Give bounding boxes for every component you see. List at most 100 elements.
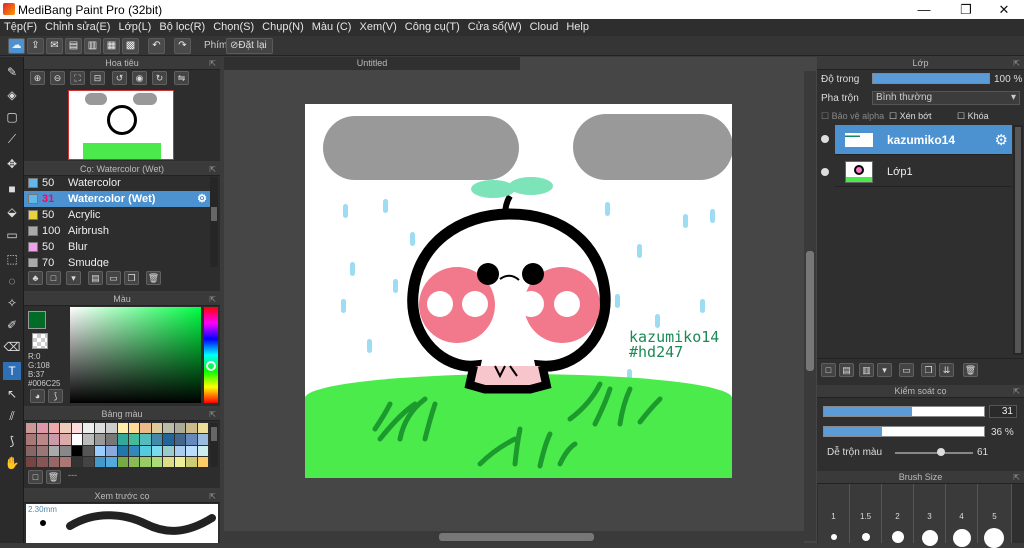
brush-file-icon[interactable]: ▤ (88, 271, 103, 285)
clipping-checkbox[interactable]: ☐ Xén bớt (889, 111, 932, 122)
protect-alpha-checkbox[interactable]: ☐ Bảo vệ alpha (821, 111, 884, 122)
share-icon[interactable]: ⇪ (27, 38, 44, 54)
select-eraser-tool-icon[interactable]: ⌫ (3, 338, 21, 356)
pin-icon[interactable]: ⇱ (209, 408, 216, 421)
brush-size-cell[interactable]: 3 (914, 484, 946, 546)
duplicate-layer-icon[interactable]: ❐ (921, 363, 936, 377)
brush-size-cell[interactable]: 1 (818, 484, 850, 543)
lock-checkbox[interactable]: ☐ Khóa (957, 111, 989, 122)
menu-select[interactable]: Chọn(S) (209, 19, 258, 36)
close-button[interactable]: ✕ (984, 0, 1024, 19)
magic-wand-tool-icon[interactable]: ✧ (3, 294, 21, 312)
actual-size-icon[interactable]: ⊟ (90, 71, 105, 85)
palette-swatches[interactable] (26, 423, 208, 467)
canvas-tab[interactable]: Untitled (224, 57, 520, 70)
menu-filter[interactable]: Bộ lọc(R) (155, 19, 209, 36)
maximize-button[interactable]: ❐ (946, 0, 986, 19)
pin-icon[interactable]: ⇱ (1013, 471, 1020, 484)
zoom-in-icon[interactable]: ⊕ (30, 71, 45, 85)
palette-scrollbar[interactable] (210, 423, 218, 467)
bucket-tool-icon[interactable]: ⬙ (3, 203, 21, 221)
select-pen-tool-icon[interactable]: ✐ (3, 316, 21, 334)
brush-opacity-slider[interactable] (823, 426, 985, 437)
new-halftone-layer-icon[interactable]: ▤ (839, 363, 854, 377)
navigator-thumbnail[interactable] (68, 90, 174, 160)
fit-icon[interactable]: ⛶ (70, 71, 85, 85)
document-icon[interactable]: ▥ (84, 38, 101, 54)
brush-item-blur[interactable]: 50 Blur (24, 239, 211, 255)
mix-slider[interactable] (895, 448, 973, 456)
copy-icon[interactable]: ❐ (124, 271, 139, 285)
comment-icon[interactable]: ✉ (46, 38, 63, 54)
page-icon[interactable]: ▦ (103, 38, 120, 54)
new-layer-icon[interactable]: □ (821, 363, 836, 377)
reset-view-icon[interactable]: ◉ (132, 71, 147, 85)
delete-layer-icon[interactable]: 🗑 (963, 363, 978, 377)
menu-help[interactable]: Help (562, 19, 593, 36)
redo-icon[interactable]: ↷ (174, 38, 191, 54)
brush-item-watercolor-wet[interactable]: 31 Watercolor (Wet) ⚙ (24, 191, 211, 207)
layer-scrollbar[interactable] (1013, 125, 1023, 355)
undo-icon[interactable]: ↶ (148, 38, 165, 54)
pin-icon[interactable]: ⇱ (209, 57, 216, 70)
brush-item-airbrush[interactable]: 100 Airbrush (24, 223, 211, 239)
eyedropper-tool-icon[interactable]: ⟆ (3, 432, 21, 450)
flip-icon[interactable]: ⇋ (174, 71, 189, 85)
zoom-out-icon[interactable]: ⊖ (50, 71, 65, 85)
pin-icon[interactable]: ⇱ (209, 293, 216, 306)
dot-tool-icon[interactable]: ⟋ (3, 130, 21, 148)
brush-tool-icon[interactable]: ✎ (3, 63, 21, 81)
background-color[interactable] (32, 333, 48, 349)
merge-layer-icon[interactable]: ⇊ (939, 363, 954, 377)
eyedropper-icon[interactable]: ⟆ (48, 389, 63, 403)
foreground-color[interactable] (28, 311, 46, 329)
visibility-eye-icon[interactable] (821, 135, 829, 143)
add-brush-icon[interactable]: ♣ (28, 271, 43, 285)
blend-mode-select[interactable]: Bình thường ▾ (872, 91, 1020, 105)
menu-edit[interactable]: Chỉnh sửa(E) (41, 19, 114, 36)
layer-row-lop1[interactable]: Lớp1 (835, 157, 1012, 187)
new-brush-icon[interactable]: □ (46, 271, 61, 285)
brush-size-cell[interactable]: 2 (882, 484, 914, 543)
menu-tools[interactable]: Công cụ(T) (401, 19, 464, 36)
brush-item-watercolor[interactable]: 50 Watercolor (24, 175, 211, 191)
fill-rect-tool-icon[interactable]: ■ (3, 180, 21, 198)
new-palette-icon[interactable]: □ (28, 470, 43, 484)
minimize-button[interactable]: — (904, 0, 944, 19)
new-8bit-layer-icon[interactable]: ▥ (859, 363, 874, 377)
delete-icon[interactable]: 🗑 (146, 271, 161, 285)
pin-icon[interactable]: ⇱ (209, 490, 216, 503)
menu-window[interactable]: Cửa sổ(W) (464, 19, 526, 36)
select-tool-icon[interactable]: ⬚ (3, 250, 21, 268)
reset-button[interactable]: ⊘Đặt lại (226, 38, 273, 54)
lasso-tool-icon[interactable]: ◌ (3, 272, 21, 290)
menu-color[interactable]: Màu (C) (308, 19, 356, 36)
delete-palette-icon[interactable]: 🗑 (46, 470, 61, 484)
operation-tool-icon[interactable]: ↖ (3, 385, 21, 403)
artwork-canvas[interactable]: kazumiko14 #hd247 (305, 104, 732, 478)
layer-opacity-slider[interactable] (872, 73, 990, 84)
pin-icon[interactable]: ⇱ (1013, 385, 1020, 398)
horizontal-scrollbar[interactable] (224, 531, 804, 543)
brush-item-smudge[interactable]: 70 Smudge (24, 255, 211, 267)
vertical-scrollbar[interactable] (804, 71, 816, 541)
text-tool-icon[interactable]: T (3, 362, 21, 380)
add-layer-menu-icon[interactable]: ▾ (877, 363, 892, 377)
brush-list-scrollbar[interactable] (210, 177, 218, 267)
brush-size-value[interactable]: 31 (989, 405, 1017, 418)
hue-slider[interactable] (204, 307, 218, 403)
cloud-icon[interactable]: ☁ (8, 38, 25, 54)
brush-size-cell[interactable]: 4 (946, 484, 978, 547)
palette-icon[interactable]: ◕ (30, 389, 45, 403)
rectangle-tool-icon[interactable]: ▢ (3, 108, 21, 126)
menu-file[interactable]: Tệp(F) (0, 19, 41, 36)
layer-row-kazumiko14[interactable]: ▬▬▬ kazumiko14 ⚙ (835, 125, 1012, 155)
menu-layer[interactable]: Lớp(L) (114, 19, 155, 36)
divide-tool-icon[interactable]: ⫽ (3, 407, 21, 425)
folder-icon[interactable]: ▭ (106, 271, 121, 285)
menu-cloud[interactable]: Cloud (526, 19, 563, 36)
menu-snap[interactable]: Chụp(N) (258, 19, 308, 36)
pin-icon[interactable]: ⇱ (1013, 57, 1020, 70)
brush-size-cell[interactable]: 1.5 (850, 484, 882, 543)
rotate-right-icon[interactable]: ↻ (152, 71, 167, 85)
